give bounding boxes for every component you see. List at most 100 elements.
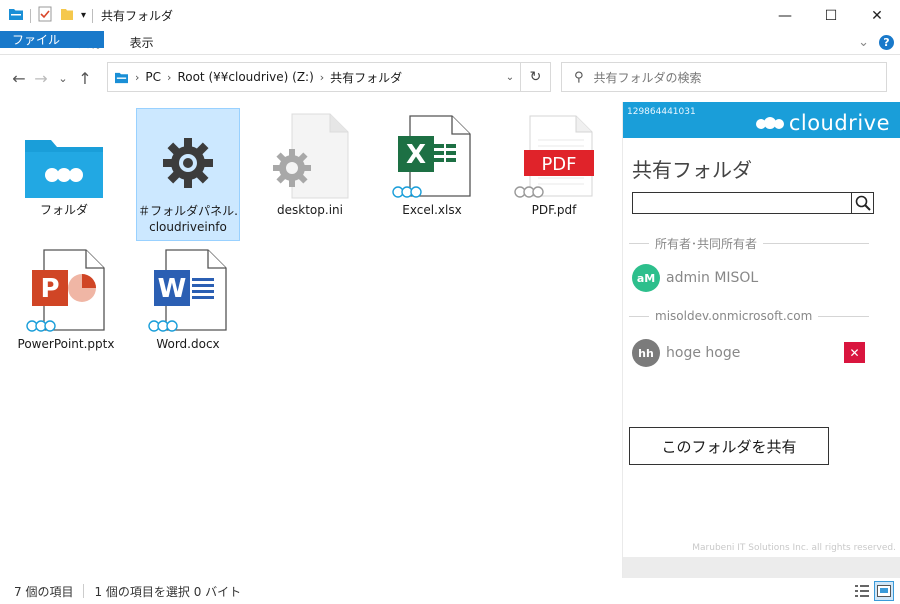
file-name: PDF.pdf bbox=[531, 203, 577, 217]
pdf-file-icon: PDF bbox=[514, 115, 594, 198]
file-item-powerpoint[interactable]: P PowerPoint.pptx bbox=[14, 242, 118, 352]
breadcrumb-pc[interactable]: PC bbox=[139, 70, 167, 84]
separator bbox=[83, 584, 85, 598]
details-view-icon bbox=[855, 585, 869, 597]
owners-divider: 所有者･共同所有者 bbox=[629, 235, 869, 252]
file-icon-box: X bbox=[380, 108, 484, 200]
cloud-folder-icon bbox=[25, 140, 103, 198]
status-bar: 7 個の項目 1 個の項目を選択 0 バイト bbox=[0, 578, 900, 604]
panel-footer bbox=[623, 557, 900, 578]
large-icons-view-button[interactable] bbox=[874, 581, 894, 601]
member-row: hh hoge hoge bbox=[632, 339, 740, 367]
selection-info: 1 個の項目を選択 0 バイト bbox=[94, 584, 242, 599]
gear-icon bbox=[163, 138, 213, 188]
separator bbox=[92, 8, 94, 23]
user-search-input[interactable] bbox=[633, 193, 851, 213]
file-icon-box: W bbox=[136, 242, 240, 334]
search-box[interactable]: ⚲ 共有フォルダの検索 bbox=[561, 62, 887, 92]
file-item-folder[interactable]: フォルダ bbox=[12, 108, 116, 218]
divider-line bbox=[629, 315, 649, 317]
word-file-icon: W bbox=[148, 249, 227, 332]
powerpoint-file-icon: P bbox=[26, 249, 105, 332]
breadcrumb-root[interactable]: Root (¥¥cloudrive) (Z:) bbox=[171, 70, 319, 84]
member-name: hoge hoge bbox=[666, 345, 741, 361]
remove-member-button[interactable]: ✕ bbox=[844, 342, 865, 363]
item-count: 7 個の項目 bbox=[14, 584, 74, 599]
customize-dropdown-icon[interactable]: ▾ bbox=[81, 10, 86, 21]
file-name: ＃フォルダパネル. cloudriveinfo bbox=[138, 204, 238, 234]
window-title: 共有フォルダ bbox=[101, 9, 174, 23]
tab-view[interactable]: 表示 bbox=[116, 31, 168, 54]
copyright-text: Marubeni IT Solutions Inc. all rights re… bbox=[692, 543, 896, 553]
file-icon-box: PDF bbox=[502, 108, 606, 200]
divider-line bbox=[763, 243, 869, 244]
file-icon-box bbox=[258, 108, 362, 200]
excel-file-icon: X bbox=[392, 115, 471, 198]
file-name: Word.docx bbox=[156, 337, 220, 351]
explorer-window: ▾ 共有フォルダ — ☐ ✕ ファイル ホーム 共有 表示 ⌄ ? ← → ⌄ … bbox=[0, 0, 900, 604]
close-button[interactable]: ✕ bbox=[854, 0, 900, 31]
svg-text:X: X bbox=[406, 140, 426, 170]
help-icon[interactable]: ? bbox=[879, 35, 894, 50]
panel-header: 129864441031 cloudrive bbox=[623, 102, 900, 138]
cloud-logo-icon bbox=[755, 117, 784, 129]
back-button[interactable]: ← bbox=[8, 69, 30, 88]
ribbon-tabs: ファイル ホーム 共有 表示 ⌄ ? bbox=[0, 31, 900, 55]
file-item-folder-panel[interactable]: ＃フォルダパネル. cloudriveinfo bbox=[136, 108, 240, 241]
svg-text:P: P bbox=[40, 274, 59, 304]
owner-row: aM admin MISOL bbox=[632, 264, 758, 292]
breadcrumb-shared-folder[interactable]: 共有フォルダ bbox=[324, 69, 408, 86]
divider-line bbox=[818, 315, 869, 317]
quick-access-toolbar: ▾ bbox=[0, 0, 94, 31]
expand-ribbon-icon[interactable]: ⌄ bbox=[858, 35, 869, 50]
file-item-word[interactable]: W Word.docx bbox=[136, 242, 240, 352]
search-button[interactable] bbox=[851, 193, 873, 213]
forward-button[interactable]: → bbox=[30, 69, 52, 88]
recent-locations-button[interactable]: ⌄ bbox=[52, 72, 74, 85]
avatar: hh bbox=[632, 339, 660, 367]
chevron-down-icon[interactable]: ⌄ bbox=[500, 63, 520, 91]
separator bbox=[30, 8, 31, 23]
file-name: desktop.ini bbox=[277, 203, 343, 217]
ribbon-controls: ⌄ ? bbox=[858, 35, 894, 50]
search-placeholder: 共有フォルダの検索 bbox=[593, 70, 702, 85]
domain-divider: misoldev.onmicrosoft.com bbox=[629, 309, 869, 323]
large-icons-view-icon bbox=[877, 585, 891, 597]
search-icon: ⚲ bbox=[574, 69, 584, 85]
details-view-button[interactable] bbox=[852, 581, 872, 601]
svg-text:PDF: PDF bbox=[541, 154, 576, 175]
cloudrive-panel: 129864441031 cloudrive 共有フォルダ 所有者･共同所有者 … bbox=[622, 102, 900, 578]
refresh-button[interactable]: ↻ bbox=[520, 63, 550, 91]
settings-file-icon bbox=[273, 113, 349, 199]
file-item-excel[interactable]: X Excel.xlsx bbox=[380, 108, 484, 218]
owners-label: 所有者･共同所有者 bbox=[655, 237, 758, 251]
share-folder-button[interactable]: このフォルダを共有 bbox=[629, 427, 829, 465]
view-switcher bbox=[852, 581, 894, 601]
cloudrive-logo: cloudrive bbox=[755, 111, 890, 135]
avatar: aM bbox=[632, 264, 660, 292]
file-name: PowerPoint.pptx bbox=[17, 337, 115, 351]
file-name: フォルダ bbox=[39, 203, 88, 217]
file-item-desktop-ini[interactable]: desktop.ini bbox=[258, 108, 362, 218]
folder-icon bbox=[8, 6, 24, 25]
file-view: フォルダ ＃フォルダパネル. cloudriveinfo desktop.ini… bbox=[0, 102, 620, 572]
file-name: Excel.xlsx bbox=[402, 203, 462, 217]
window-controls: — ☐ ✕ bbox=[762, 0, 900, 31]
properties-icon[interactable] bbox=[37, 6, 53, 26]
svg-text:W: W bbox=[158, 274, 187, 304]
user-search[interactable] bbox=[632, 192, 874, 214]
minimize-button[interactable]: — bbox=[762, 0, 808, 31]
tab-file[interactable]: ファイル bbox=[0, 31, 104, 48]
navigation-bar: ← → ⌄ ↑ › PC › Root (¥¥cloudrive) (Z:) ›… bbox=[0, 56, 900, 100]
title-bar: ▾ 共有フォルダ — ☐ ✕ bbox=[0, 0, 900, 31]
folder-icon bbox=[114, 71, 129, 84]
new-folder-icon[interactable] bbox=[59, 6, 75, 26]
maximize-button[interactable]: ☐ bbox=[808, 0, 854, 31]
address-bar[interactable]: › PC › Root (¥¥cloudrive) (Z:) › 共有フォルダ … bbox=[107, 62, 551, 92]
file-item-pdf[interactable]: PDF PDF.pdf bbox=[502, 108, 606, 218]
brand-name: cloudrive bbox=[788, 111, 890, 135]
up-button[interactable]: ↑ bbox=[74, 69, 96, 88]
account-id: 129864441031 bbox=[627, 107, 696, 117]
file-icon-box bbox=[12, 108, 116, 200]
file-icon-box bbox=[137, 109, 239, 201]
